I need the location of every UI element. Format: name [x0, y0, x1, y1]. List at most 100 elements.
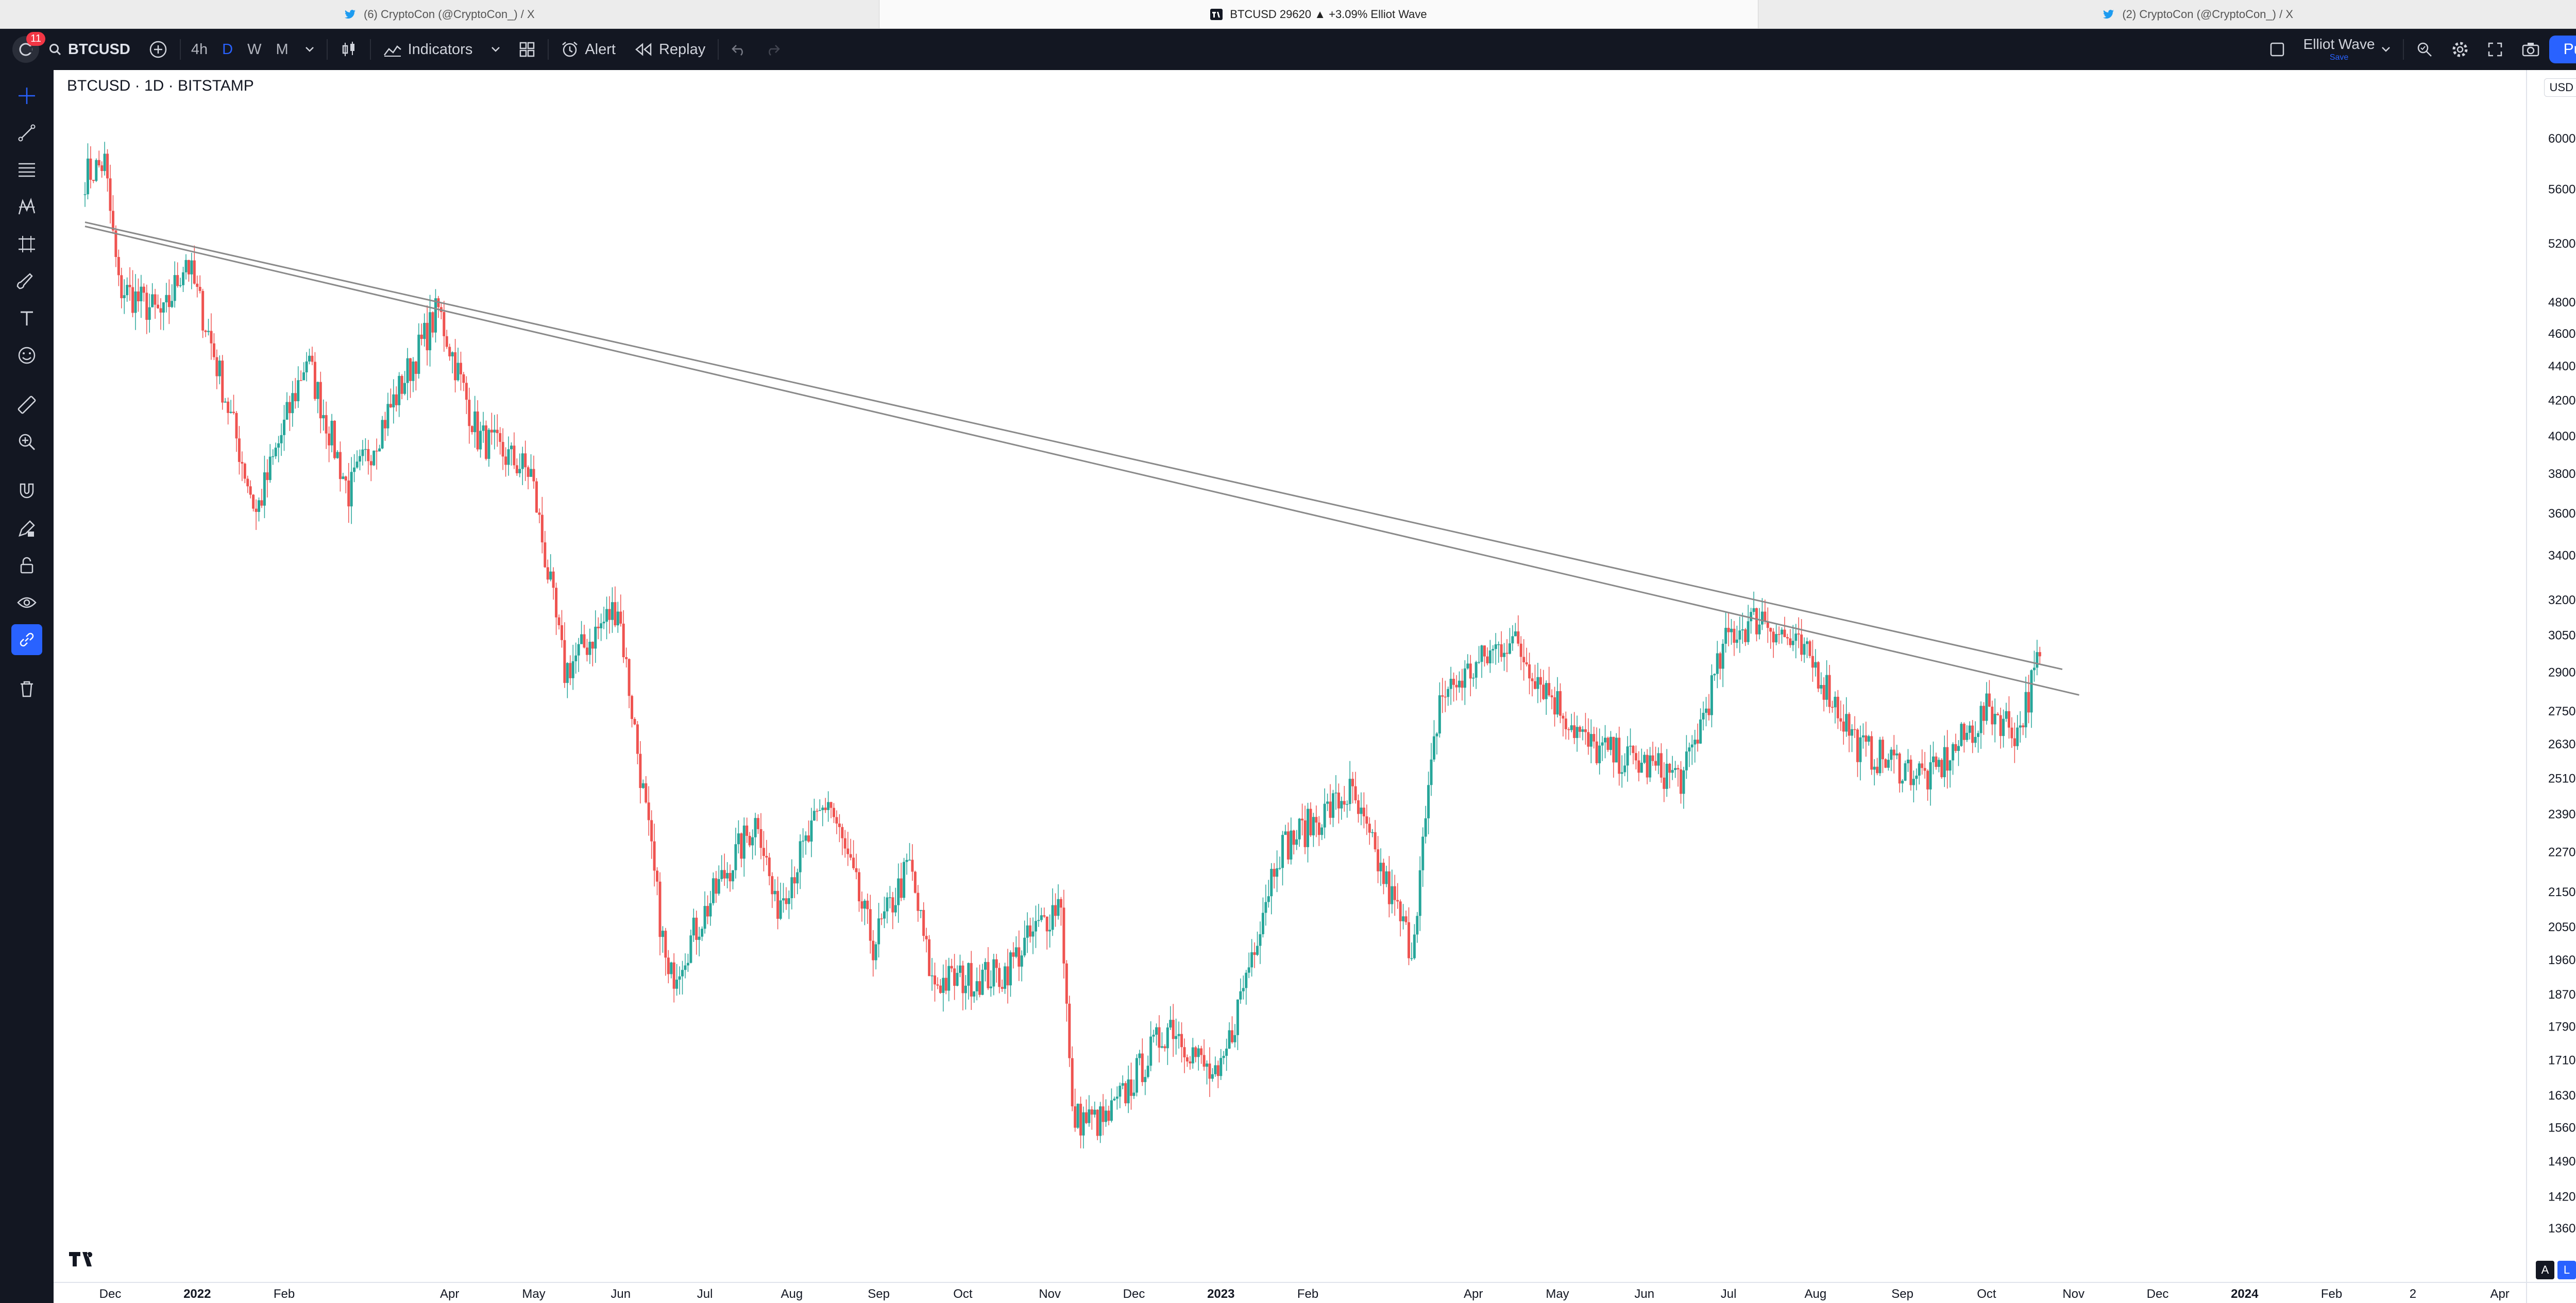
remove-drawings-tool[interactable]: [11, 674, 42, 705]
candle-down: [1909, 759, 1912, 785]
fib-tool[interactable]: [11, 155, 42, 185]
user-menu-button[interactable]: 11: [12, 32, 45, 63]
publish-button[interactable]: Publish: [2549, 36, 2576, 63]
price-chart[interactable]: 60000 56000 52000 48000 46000 44000 42000 40000…: [54, 70, 2576, 1303]
compare-symbol-button[interactable]: [140, 29, 177, 70]
price-tick-label: 44000: [2548, 359, 2576, 373]
candle-down: [1163, 1046, 1166, 1049]
candle-up: [302, 372, 306, 381]
browser-tab[interactable]: (6) CryptoCon (@CryptoCon_) / X: [0, 0, 879, 28]
candle-up: [372, 451, 376, 466]
timeframe-m[interactable]: M: [268, 41, 295, 58]
fullscreen-button[interactable]: [2478, 29, 2512, 70]
currency-selector[interactable]: USD: [2544, 78, 2576, 97]
candle-down: [260, 500, 263, 506]
candle-down: [1393, 886, 1396, 900]
log-scale-button[interactable]: L: [2557, 1261, 2576, 1279]
candle-down: [137, 291, 140, 302]
candle-up: [1750, 612, 1753, 622]
fullscreen-icon: [2488, 42, 2502, 57]
auto-scale-button[interactable]: A: [2536, 1261, 2554, 1279]
candle-up: [2002, 718, 2005, 736]
chart-legend-title[interactable]: BTCUSD · 1D · BITSTAMP: [67, 77, 254, 95]
candle-down: [426, 322, 429, 351]
candle-up: [810, 820, 813, 842]
candle-up: [1466, 663, 1469, 668]
brush-tool[interactable]: [11, 266, 42, 297]
hide-drawings-tool[interactable]: [11, 587, 42, 618]
time-tick-label: Jul: [697, 1287, 713, 1301]
replay-icon: [635, 43, 652, 56]
magnet-tool[interactable]: [11, 476, 42, 507]
chart-pane[interactable]: 60000 56000 52000 48000 46000 44000 42000 40000…: [54, 70, 2576, 1303]
candle-down: [1848, 714, 1851, 736]
browser-tab-active[interactable]: BTCUSD 29620 ▲ +3.09% Elliot Wave: [879, 0, 1759, 28]
undo-button[interactable]: [722, 29, 756, 70]
candle-up: [1890, 749, 1893, 760]
pattern-tool[interactable]: [11, 192, 42, 222]
emoji-tool[interactable]: [11, 340, 42, 371]
indicators-dropdown[interactable]: [482, 29, 510, 70]
trendline-tool[interactable]: [11, 117, 42, 148]
text-tool[interactable]: [11, 303, 42, 334]
candle-up: [83, 194, 87, 195]
browser-tab[interactable]: (2) CryptoCon (@CryptoCon_) / X: [1758, 0, 2576, 28]
candle-up: [675, 980, 679, 989]
candle-up: [429, 312, 432, 351]
layout-name-button[interactable]: Elliot Wave Save: [2294, 29, 2400, 70]
candle-up: [1974, 736, 1977, 743]
zoom-tool[interactable]: [11, 426, 42, 457]
candle-up: [1020, 955, 1023, 967]
candle-down: [1505, 653, 1509, 654]
snapshot-button[interactable]: [2512, 29, 2549, 70]
time-tick-label: Nov: [2062, 1287, 2084, 1301]
price-tick-label: 30500: [2548, 629, 2576, 643]
timeframe-d[interactable]: D: [215, 41, 240, 58]
sync-drawings-tool[interactable]: [11, 624, 42, 655]
candle-down: [1180, 1034, 1183, 1048]
candle-down: [201, 290, 205, 331]
candle-down: [917, 893, 920, 911]
stay-in-drawing-tool[interactable]: [11, 513, 42, 544]
alert-button[interactable]: Alert: [552, 29, 625, 70]
candle-down: [221, 361, 224, 403]
quick-search-button[interactable]: [2407, 29, 2442, 70]
tradingview-logo-icon: [69, 1252, 93, 1266]
redo-button[interactable]: [756, 29, 790, 70]
candle-up: [903, 862, 906, 898]
forecast-tool[interactable]: [11, 229, 42, 260]
chart-type-button[interactable]: [331, 29, 367, 70]
candle-up: [165, 295, 168, 303]
candle-down: [1668, 763, 1671, 773]
timeframe-w[interactable]: W: [240, 41, 268, 58]
candle-down: [1573, 725, 1576, 738]
candle-up: [1674, 768, 1677, 770]
settings-button[interactable]: [2442, 29, 2478, 70]
candle-down: [2027, 692, 2030, 713]
candle-down: [1158, 1027, 1161, 1048]
replay-button[interactable]: Replay: [625, 29, 715, 70]
candle-down: [706, 906, 709, 917]
candle-up: [1475, 662, 1478, 678]
indicators-button[interactable]: Indicators: [374, 29, 482, 70]
measure-tool[interactable]: [11, 389, 42, 420]
lock-drawings-tool[interactable]: [11, 550, 42, 581]
timeframe-dropdown[interactable]: [296, 29, 324, 70]
candle-down: [504, 456, 507, 465]
candle-down: [157, 304, 160, 308]
symbol-search-button[interactable]: BTCUSD: [39, 29, 140, 70]
candle-up: [1601, 742, 1604, 746]
candle-up: [1952, 744, 1955, 761]
layout-grid-button[interactable]: [510, 29, 545, 70]
tradingview-logo[interactable]: [69, 1250, 102, 1271]
candle-down: [1231, 1030, 1234, 1042]
candle-down: [490, 430, 493, 433]
time-tick-label: Nov: [1039, 1287, 1061, 1301]
watchlist-toggle[interactable]: [2260, 29, 2294, 70]
eye-icon: [17, 597, 37, 608]
timeframe-4h[interactable]: 4h: [184, 41, 215, 58]
candle-down: [128, 285, 131, 287]
chevron-down-icon: [305, 47, 314, 52]
candle-down: [849, 854, 852, 858]
crosshair-tool[interactable]: [11, 80, 42, 111]
